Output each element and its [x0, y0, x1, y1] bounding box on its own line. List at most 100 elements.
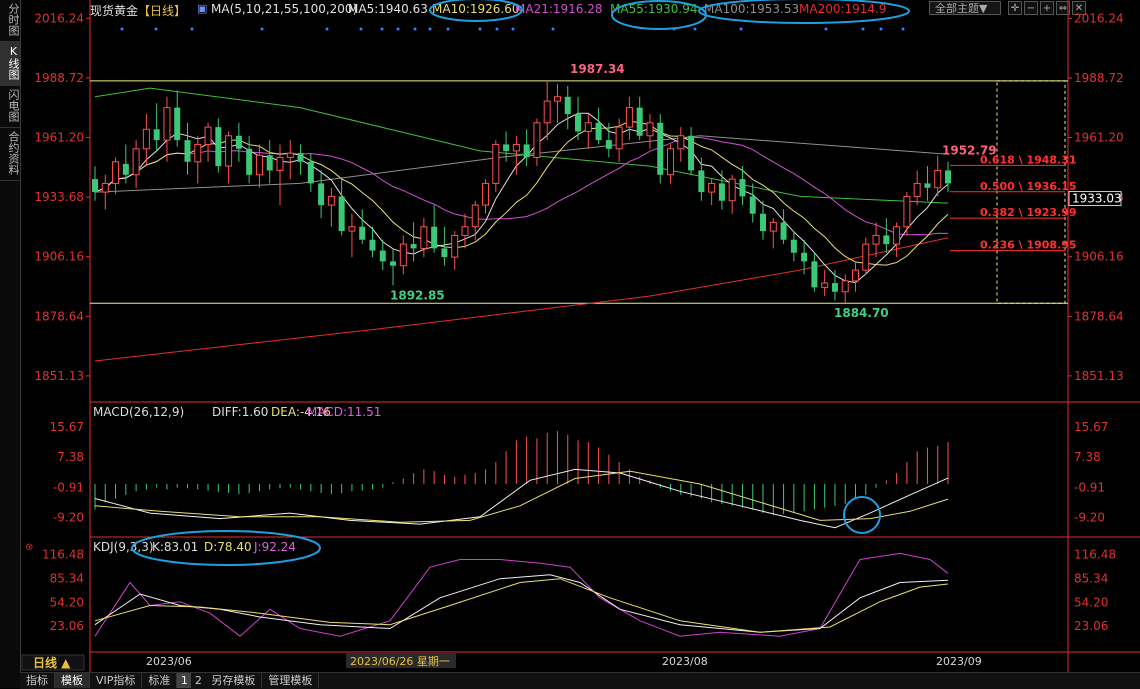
candle-body-up: [615, 126, 623, 150]
kdj-settings-icon: ⊛: [25, 542, 33, 553]
manage-template-button[interactable]: 管理模板: [262, 673, 320, 688]
candle-body-up: [286, 152, 294, 158]
kdj-tick-right: 116.48: [1074, 548, 1116, 562]
candle-body-up: [101, 182, 109, 193]
kdj-j: J:92.24: [253, 540, 296, 554]
candle-body-down: [369, 239, 376, 251]
candle-body-down: [122, 163, 129, 175]
ma200-line: [94, 237, 949, 362]
candle-body-up: [728, 178, 736, 202]
candle-body-up: [512, 143, 520, 152]
candle-body-up: [492, 143, 500, 184]
candle-body-up: [255, 154, 263, 176]
candle-body-down: [595, 122, 602, 141]
signal-dot: [478, 27, 482, 31]
tab-vip-indicator[interactable]: VIP指标: [90, 673, 143, 688]
template-2-button[interactable]: 2: [191, 673, 205, 688]
signal-dot: [861, 27, 865, 31]
x-label-jun: 2023/06: [146, 655, 192, 668]
fib-level-label: 0.382 \ 1923.99: [980, 206, 1077, 219]
tab-template[interactable]: 模板: [55, 673, 90, 688]
signal-dot: [511, 27, 515, 31]
candle-body-down: [379, 250, 386, 262]
candle-body-down: [441, 248, 448, 258]
macd-tick-left: 7.38: [57, 450, 84, 464]
candle-body-up: [112, 161, 120, 184]
candle-body-up: [903, 195, 911, 228]
fib-level-label: 0.618 \ 1948.31: [980, 153, 1077, 166]
signal-dot: [879, 27, 883, 31]
kdj-tick-right: 54.20: [1074, 595, 1108, 609]
macd-tick-left: -0.91: [53, 480, 84, 494]
candle-body-up: [327, 195, 335, 206]
annotation-ellipse-ma55: [611, 0, 707, 30]
x-label-aug: 2023/08: [662, 655, 708, 668]
kdj-tick-left: 23.06: [50, 619, 84, 633]
x-label-sep: 2023/09: [936, 655, 982, 668]
candle-body-up: [543, 100, 551, 124]
signal-dot: [495, 27, 499, 31]
candle-body-up: [420, 226, 428, 249]
current-price-label: 1933.03: [1072, 192, 1122, 206]
candle-body-down: [503, 144, 510, 151]
candle-body-down: [390, 261, 397, 266]
candle-body-up: [471, 204, 479, 228]
candle-body-down: [184, 140, 191, 162]
kdj-tick-left: 116.48: [42, 548, 84, 562]
candle-body-up: [276, 156, 284, 171]
candle-body-down: [318, 183, 325, 206]
annotation-circle-macd-cross: [843, 496, 881, 534]
candle-body-down: [266, 155, 273, 171]
macd-tick-right: -0.91: [1074, 480, 1105, 494]
macd-tick-left: 15.67: [50, 420, 84, 434]
candle-body-up: [934, 169, 942, 189]
candle-body-up: [841, 280, 849, 293]
y-tick-label-left: 1961.20: [34, 131, 84, 145]
candle-body-down: [739, 179, 746, 197]
signal-dot: [380, 27, 384, 31]
y-tick-label-right: 1961.20: [1074, 131, 1124, 145]
kline-chart[interactable]: 2016.24 2016.24 1988.72 1988.72 1961.20 1961.…: [0, 0, 1140, 672]
period-button: 日线 ▲: [33, 655, 71, 670]
candle-body-down: [174, 107, 181, 141]
ma10-line: [94, 120, 949, 266]
kdj-d-line: [94, 578, 949, 633]
candle-body-down: [749, 196, 756, 214]
candle-body-down: [338, 196, 345, 232]
save-template-button[interactable]: 另存模板: [205, 673, 263, 688]
fib-level-label: 0.500 \ 1936.15: [980, 180, 1077, 193]
signal-dot: [154, 27, 158, 31]
candle-body-up: [862, 243, 870, 271]
candle-body-up: [769, 221, 777, 232]
y-tick-label-left: 1906.16: [34, 250, 84, 264]
signal-dot: [260, 27, 264, 31]
macd-tick-left: -9.20: [53, 511, 84, 525]
y-tick-label-left: 1878.64: [34, 309, 84, 323]
y-tick-label-right: 2016.24: [1074, 11, 1124, 25]
tab-standard[interactable]: 标准: [142, 673, 178, 688]
low-price-label-1: 1892.85: [390, 289, 445, 303]
candle-body-down: [657, 122, 664, 175]
candle-body-down: [523, 144, 530, 158]
candle-body-up: [482, 182, 490, 206]
ma21-line: [94, 136, 949, 236]
kdj-tick-left: 85.34: [50, 571, 84, 585]
candle-body-up: [451, 234, 459, 258]
template-1-button[interactable]: 1: [177, 673, 192, 688]
ma5-line: [94, 112, 949, 284]
tab-indicator[interactable]: 指标: [20, 673, 55, 688]
candle-body-up: [132, 148, 140, 176]
ma100-line: [94, 135, 949, 193]
signal-dot: [428, 27, 432, 31]
kdj-d: D:78.40: [204, 540, 252, 554]
annotation-ellipse-ma10: [429, 0, 523, 22]
candle-body-down: [780, 222, 787, 240]
candle-body-up: [852, 269, 860, 282]
candle-body-down: [92, 179, 98, 193]
signal-dot: [325, 27, 329, 31]
candle-body-down: [431, 226, 438, 249]
y-tick-label-right: 1906.16: [1074, 250, 1124, 264]
candle-body-up: [225, 135, 233, 167]
signal-dot: [120, 27, 124, 31]
macd-diff-line: [94, 468, 949, 529]
